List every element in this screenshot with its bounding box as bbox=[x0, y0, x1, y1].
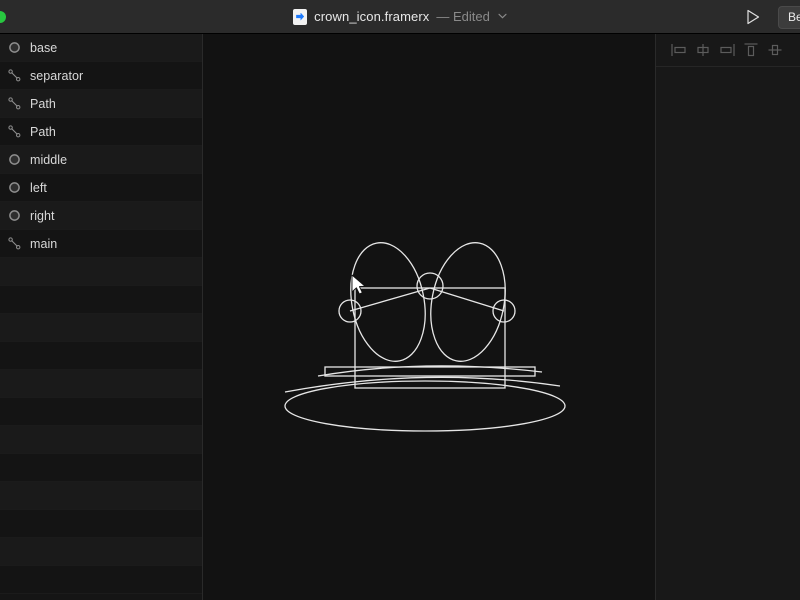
layer-row-empty[interactable] bbox=[0, 566, 202, 594]
framer-app-window: crown_icon.framerx — Edited Bet base sepa… bbox=[0, 0, 800, 600]
traffic-light-green[interactable] bbox=[0, 11, 6, 23]
window-title: crown_icon.framerx bbox=[314, 9, 430, 24]
shape-separator-curve-bottom bbox=[284, 376, 561, 393]
window-title-group: crown_icon.framerx — Edited bbox=[0, 8, 800, 25]
layer-row-empty[interactable] bbox=[0, 258, 202, 286]
properties-content bbox=[656, 67, 800, 600]
window-titlebar: crown_icon.framerx — Edited Bet bbox=[0, 0, 800, 34]
path-icon bbox=[8, 125, 21, 138]
layer-label: separator bbox=[30, 68, 84, 83]
traffic-lights bbox=[0, 11, 6, 23]
layer-row-empty[interactable] bbox=[0, 286, 202, 314]
properties-panel bbox=[655, 34, 800, 600]
align-top-icon[interactable] bbox=[742, 41, 760, 59]
titlebar-right-controls: Bet bbox=[740, 0, 800, 34]
edited-status-label: — Edited bbox=[436, 9, 490, 24]
design-canvas[interactable] bbox=[203, 34, 655, 600]
layer-label: Path bbox=[30, 96, 56, 111]
ellipse-icon bbox=[8, 181, 21, 194]
mouse-cursor bbox=[351, 274, 366, 295]
layer-row-empty[interactable] bbox=[0, 482, 202, 510]
preview-play-icon[interactable] bbox=[740, 4, 766, 30]
ellipse-icon bbox=[8, 41, 21, 54]
layer-row-empty[interactable] bbox=[0, 510, 202, 538]
layer-row-empty[interactable] bbox=[0, 398, 202, 426]
layer-row-right[interactable]: right bbox=[0, 202, 202, 230]
layer-row-empty[interactable] bbox=[0, 370, 202, 398]
layer-row-empty[interactable] bbox=[0, 454, 202, 482]
align-right-icon[interactable] bbox=[718, 41, 736, 59]
layer-row-empty[interactable] bbox=[0, 426, 202, 454]
layer-row-path[interactable]: Path bbox=[0, 118, 202, 146]
align-center-horizontal-icon[interactable] bbox=[694, 41, 712, 59]
path-icon bbox=[8, 97, 21, 110]
layer-label: right bbox=[30, 208, 55, 223]
canvas-artwork bbox=[284, 242, 566, 432]
layers-panel[interactable]: base separator Path Path middle left right main bbox=[0, 34, 203, 600]
layer-row-empty[interactable] bbox=[0, 314, 202, 342]
path-icon bbox=[8, 237, 21, 250]
path-icon bbox=[8, 69, 21, 82]
layer-label: Path bbox=[30, 124, 56, 139]
layer-row-empty[interactable] bbox=[0, 538, 202, 566]
alignment-toolbar bbox=[656, 34, 800, 67]
align-center-vertical-icon[interactable] bbox=[766, 41, 784, 59]
layer-label: left bbox=[30, 180, 47, 195]
chevron-down-icon[interactable] bbox=[498, 12, 507, 21]
layer-label: base bbox=[30, 40, 58, 55]
layer-row-separator[interactable]: separator bbox=[0, 62, 202, 90]
app-body: base separator Path Path middle left right main bbox=[0, 34, 800, 600]
framer-document-icon bbox=[293, 8, 308, 25]
align-left-icon[interactable] bbox=[670, 41, 688, 59]
layer-row-empty[interactable] bbox=[0, 342, 202, 370]
ellipse-icon bbox=[8, 153, 21, 166]
beta-button[interactable]: Bet bbox=[777, 5, 800, 29]
shape-right-ellipse bbox=[430, 242, 506, 362]
layer-row-left[interactable]: left bbox=[0, 174, 202, 202]
layer-row-middle[interactable]: middle bbox=[0, 146, 202, 174]
layer-label: main bbox=[30, 236, 58, 251]
layer-row-base[interactable]: base bbox=[0, 34, 202, 62]
layer-row-main[interactable]: main bbox=[0, 230, 202, 258]
ellipse-icon bbox=[8, 209, 21, 222]
layer-row-path[interactable]: Path bbox=[0, 90, 202, 118]
layer-label: middle bbox=[30, 152, 68, 167]
